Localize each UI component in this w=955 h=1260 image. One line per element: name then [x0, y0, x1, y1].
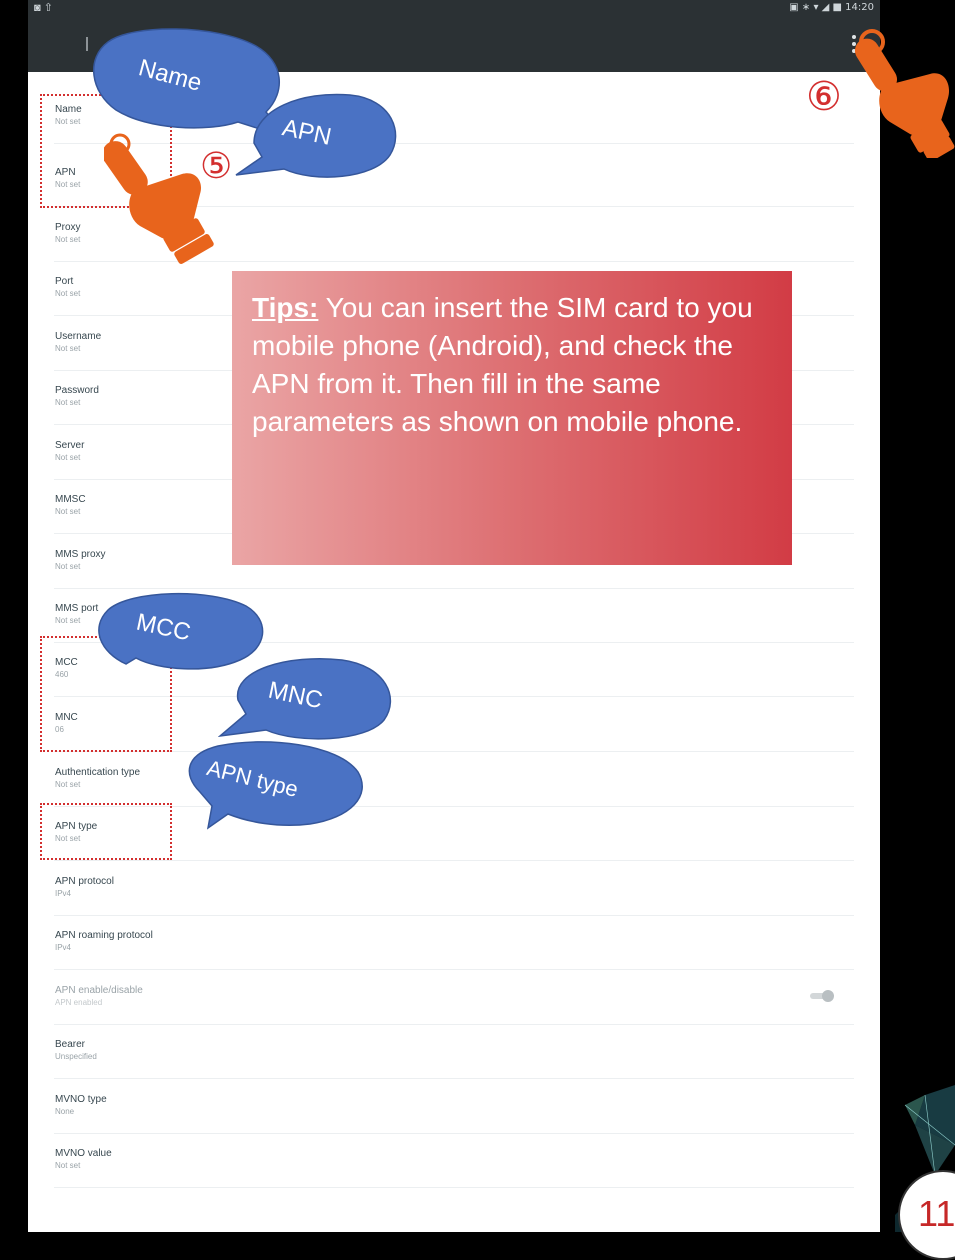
setting-value: Not set: [55, 453, 81, 462]
setting-row-apn-roaming-protocol[interactable]: APN roaming protocol IPv4: [28, 916, 880, 970]
toggle-thumb: [822, 990, 834, 1002]
setting-label: Server: [55, 440, 85, 451]
setting-value: Not set: [55, 289, 81, 298]
divider: [54, 860, 854, 861]
setting-row-mvno-type[interactable]: MVNO type None: [28, 1080, 880, 1134]
callout-mnc: MNC: [218, 652, 398, 742]
setting-label: Proxy: [55, 222, 81, 233]
setting-row-bearer[interactable]: Bearer Unspecified: [28, 1025, 880, 1079]
setting-value: Unspecified: [55, 1052, 97, 1061]
setting-value: Not set: [55, 1161, 81, 1170]
tips-label: Tips:: [252, 292, 319, 323]
hand-pointer-icon: [850, 28, 955, 162]
setting-value: Not set: [55, 780, 81, 789]
setting-value: APN enabled: [55, 998, 103, 1007]
status-right-indicators: ▣ ∗ ▾ ◢ ■ 14:20: [789, 2, 874, 13]
divider: [54, 1078, 854, 1079]
tips-text: You can insert the SIM card to you mobil…: [252, 292, 753, 437]
divider: [54, 696, 854, 697]
setting-row-mvno-value[interactable]: MVNO value Not set: [28, 1134, 880, 1188]
divider: [54, 751, 854, 752]
divider: [54, 1187, 854, 1188]
setting-row-apn-protocol[interactable]: APN protocol IPv4: [28, 862, 880, 916]
setting-value: Not set: [55, 398, 81, 407]
setting-label: Username: [55, 331, 102, 342]
highlight-apn-type: [40, 803, 172, 860]
setting-label: MMSC: [55, 494, 86, 505]
setting-value: Not set: [55, 235, 81, 244]
setting-value: Not set: [55, 344, 81, 353]
tips-box: Tips: You can insert the SIM card to you…: [232, 271, 792, 565]
setting-label: MVNO value: [55, 1148, 112, 1159]
setting-row-authentication-type[interactable]: Authentication type Not set: [28, 753, 880, 807]
step-six-marker: ⑥: [806, 74, 842, 120]
setting-label: MMS proxy: [55, 549, 106, 560]
callout-apn: APN: [232, 85, 402, 183]
setting-label: MVNO type: [55, 1094, 107, 1105]
setting-label: APN protocol: [55, 876, 114, 887]
setting-label: Password: [55, 385, 99, 396]
apn-enable-toggle[interactable]: [810, 990, 834, 1002]
status-bar: ◙ ⇧ ▣ ∗ ▾ ◢ ■ 14:20: [28, 0, 880, 17]
setting-value: None: [55, 1107, 75, 1116]
status-left-icons: ◙ ⇧: [34, 2, 53, 14]
setting-value: IPv4: [55, 943, 72, 952]
setting-value: Not set: [55, 562, 81, 571]
step-five-marker: ⑤: [200, 146, 233, 187]
setting-row-apn-enable[interactable]: APN enable/disable APN enabled: [28, 971, 880, 1025]
setting-label: APN enable/disable: [55, 985, 143, 996]
setting-label: Bearer: [55, 1039, 86, 1050]
slide: ◙ ⇧ ▣ ∗ ▾ ◢ ■ 14:20 Name Not set APN Not…: [0, 0, 955, 1260]
setting-value: Not set: [55, 616, 81, 625]
setting-label: APN roaming protocol: [55, 930, 153, 941]
setting-label: Port: [55, 276, 74, 287]
setting-label: Authentication type: [55, 767, 141, 778]
divider: [54, 969, 854, 970]
setting-value: IPv4: [55, 889, 72, 898]
setting-value: Not set: [55, 507, 81, 516]
callout-apn-type: APN type: [178, 738, 368, 830]
